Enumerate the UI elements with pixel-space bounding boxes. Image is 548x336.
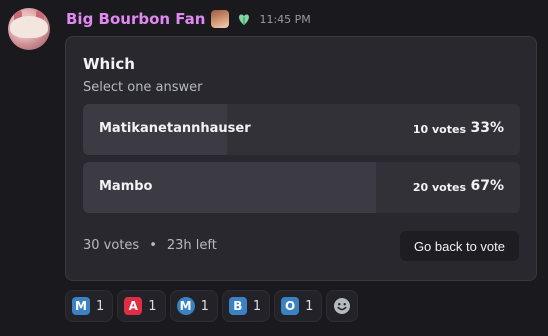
timestamp: 11:45 PM [259,12,311,26]
heart-leaf-icon[interactable] [235,10,253,28]
poll-answer-percent: 33% [470,120,504,136]
username[interactable]: Big Bourbon Fan [66,10,205,28]
poll-answer-label: Mambo [99,179,153,194]
poll-total-votes: 30 votes [83,238,140,253]
poll-card: Which Select one answer Matikanetannhaus… [65,36,537,281]
letter-m-circle-icon: M [176,297,195,315]
avatar-hair [10,16,48,38]
poll-separator: • [149,238,157,253]
reaction-o[interactable]: O 1 [274,290,323,322]
go-back-to-vote-button[interactable]: Go back to vote [399,231,519,261]
avatar[interactable] [8,8,50,50]
letter-a-icon: A [124,297,143,315]
poll-answer-1[interactable]: Matikanetannhauser 10 votes 33% [83,104,520,155]
poll-answer-2[interactable]: Mambo 20 votes 67% [83,162,520,213]
reaction-m[interactable]: M 1 [65,290,114,322]
poll-question: Which [83,55,135,73]
heart-leaf-svg [239,14,250,25]
reaction-b[interactable]: B 1 [221,290,271,322]
reaction-count: 1 [252,298,262,314]
reactions-bar: M 1 A 1 M 1 B 1 O 1 [65,290,359,322]
poll-answer-percent: 67% [470,178,504,194]
horse-girl-icon[interactable] [211,10,230,28]
poll-time-left: 23h left [166,238,217,253]
reaction-count: 1 [96,298,105,314]
poll-answer-votes: 20 votes [412,181,466,194]
smiley-icon [334,298,351,314]
message-header: Big Bourbon Fan 11:45 PM [66,8,311,30]
reaction-count: 1 [148,298,157,314]
letter-m-icon: M [72,297,90,315]
reaction-count: 1 [200,298,209,314]
poll-footer: 30 votes • 23h left [83,238,217,253]
reaction-a[interactable]: A 1 [117,290,166,322]
reaction-count: 1 [305,298,314,314]
poll-hint: Select one answer [83,80,203,95]
poll-answer-label: Matikanetannhauser [99,121,251,136]
poll-answer-votes: 10 votes [412,123,466,136]
letter-b-icon: B [228,297,247,315]
reaction-m-circle[interactable]: M 1 [169,290,218,322]
letter-o-icon: O [281,297,300,315]
add-reaction-button[interactable] [326,290,359,322]
